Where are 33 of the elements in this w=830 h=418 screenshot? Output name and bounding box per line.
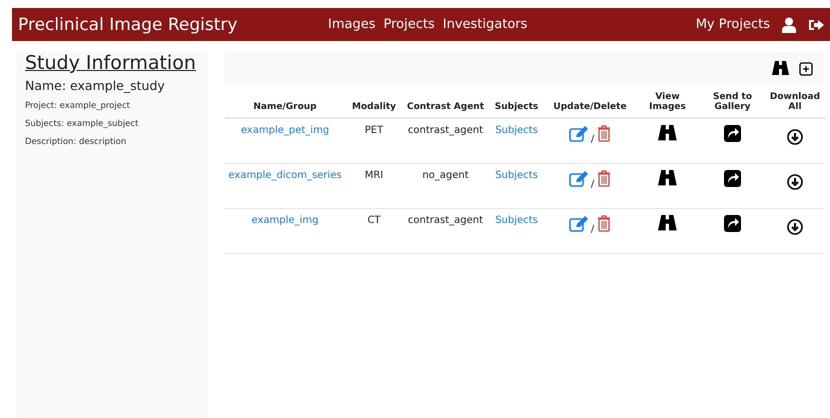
column-header: Send to Gallery [700, 88, 765, 118]
sidebar-title: Study Information [25, 52, 197, 74]
table-cell: contrast_agent [408, 125, 484, 136]
column-header: Download All [765, 88, 825, 118]
image-name-link[interactable]: example_img [252, 215, 318, 226]
column-header: View Images [635, 88, 700, 118]
study-detail: Project: example_project [25, 101, 131, 111]
study-name: Name: example_study [25, 78, 166, 93]
subjects-link[interactable]: Subjects [495, 215, 538, 226]
table-cell: PET [364, 125, 384, 136]
column-header: Name/Group [225, 88, 345, 118]
table-cell: MRI [364, 170, 384, 181]
study-detail: Subjects: example_subject [25, 119, 140, 129]
subjects-link[interactable]: Subjects [495, 125, 538, 136]
nav-link[interactable]: My Projects [696, 17, 770, 32]
image-name-link[interactable]: example_dicom_series [228, 170, 342, 181]
nav-link[interactable]: Investigators [442, 17, 528, 32]
nav-link[interactable]: Projects [384, 17, 435, 32]
subjects-link[interactable]: Subjects [495, 170, 538, 181]
column-header: Subjects [488, 88, 545, 118]
column-header: Modality [345, 88, 403, 118]
separator: / [590, 134, 594, 145]
image-name-link[interactable]: example_pet_img [240, 125, 330, 136]
table-cell: contrast_agent [408, 215, 484, 226]
study-detail: Description: description [25, 137, 128, 147]
separator: / [590, 179, 594, 190]
column-header: Contrast Agent [403, 88, 488, 118]
table-cell: no_agent [422, 170, 469, 181]
nav-link[interactable]: Images [328, 17, 376, 32]
separator: / [590, 224, 594, 235]
brand-title[interactable]: Preclinical Image Registry [18, 14, 328, 34]
column-header: Update/Delete [545, 88, 635, 118]
table-cell: CT [367, 215, 381, 226]
